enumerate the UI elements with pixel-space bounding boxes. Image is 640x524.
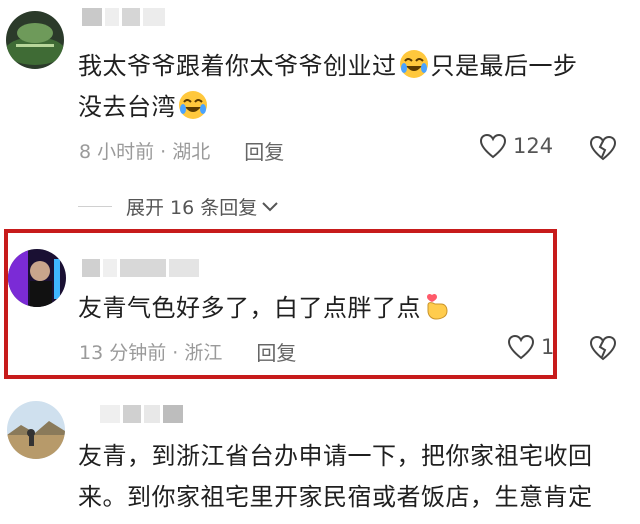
reply-button[interactable]: 回复: [256, 337, 296, 366]
comment-time-location: 8 小时前 · 湖北: [79, 141, 211, 163]
username-blurred[interactable]: [82, 8, 165, 26]
like-count: 124: [513, 134, 554, 158]
hand-heart-emoji-icon: [427, 293, 448, 320]
comment-text: 友青气色好多了，白了点胖了点: [78, 288, 518, 329]
like-button[interactable]: 1: [507, 334, 554, 360]
avatar[interactable]: [6, 11, 64, 69]
like-count: 1: [541, 335, 555, 359]
chevron-down-icon: [262, 201, 278, 211]
comment-text: 友青，到浙江省台办申请一下，把你家祖宅收回 来。到你家祖宅里开家民宿或者饭店，生…: [78, 442, 593, 511]
heart-icon: [479, 133, 507, 159]
avatar[interactable]: [7, 401, 65, 459]
avatar[interactable]: [8, 249, 66, 307]
comment-time-location: 13 分钟前 · 浙江: [79, 342, 223, 364]
reply-button[interactable]: 回复: [244, 136, 284, 165]
comment-text: 我太爷爷跟着你太爷爷创业过 只是最后一步 没去台湾: [78, 46, 618, 128]
broken-heart-icon[interactable]: [589, 335, 617, 361]
comment-meta: 8 小时前 · 湖北 回复: [79, 136, 284, 165]
broken-heart-icon[interactable]: [589, 135, 617, 161]
username-blurred[interactable]: [100, 405, 183, 423]
expand-replies-button[interactable]: 展开 16 条回复: [78, 193, 279, 220]
laughing-emoji-icon: [179, 91, 207, 119]
like-button[interactable]: 124: [479, 133, 553, 159]
comment-meta: 13 分钟前 · 浙江 回复: [79, 337, 296, 366]
heart-icon: [507, 334, 535, 360]
username-blurred[interactable]: [82, 259, 199, 277]
expand-replies-label: 展开 16 条回复: [126, 197, 258, 219]
divider: [78, 206, 112, 207]
laughing-emoji-icon: [399, 50, 428, 78]
